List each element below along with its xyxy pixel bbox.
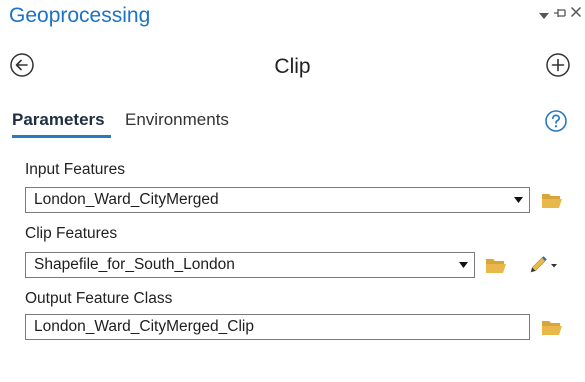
clip-features-field[interactable]: Shapefile_for_South_London bbox=[25, 252, 475, 278]
input-features-label: Input Features bbox=[25, 161, 125, 178]
active-tab-indicator bbox=[12, 135, 111, 138]
folder-icon bbox=[542, 321, 562, 335]
pencil-icon bbox=[530, 256, 557, 273]
input-features-browse-button[interactable] bbox=[540, 190, 564, 210]
folder-icon bbox=[486, 259, 506, 273]
tool-title: Clip bbox=[274, 55, 311, 78]
chevron-down-icon[interactable] bbox=[456, 253, 470, 277]
output-feature-class-browse-button[interactable] bbox=[540, 317, 564, 337]
add-button[interactable] bbox=[545, 52, 571, 78]
clip-features-label: Clip Features bbox=[25, 225, 118, 242]
tab-parameters[interactable]: Parameters bbox=[12, 110, 105, 130]
tab-environments[interactable]: Environments bbox=[125, 110, 229, 130]
input-features-field[interactable]: London_Ward_CityMerged bbox=[25, 187, 530, 213]
output-feature-class-value: London_Ward_CityMerged_Clip bbox=[34, 318, 254, 335]
output-feature-class-label: Output Feature Class bbox=[25, 290, 173, 307]
clip-features-sketch-button[interactable] bbox=[527, 255, 561, 275]
clip-features-browse-button[interactable] bbox=[484, 255, 508, 275]
close-icon[interactable] bbox=[570, 6, 582, 21]
help-button[interactable] bbox=[544, 109, 568, 133]
pane-title: Geoprocessing bbox=[9, 4, 151, 27]
pin-icon[interactable] bbox=[553, 7, 567, 22]
input-features-value: London_Ward_CityMerged bbox=[34, 191, 219, 208]
clip-features-value: Shapefile_for_South_London bbox=[34, 256, 235, 273]
chevron-down-icon[interactable] bbox=[511, 188, 525, 212]
output-feature-class-field[interactable]: London_Ward_CityMerged_Clip bbox=[25, 314, 530, 340]
add-circle-icon bbox=[546, 53, 570, 77]
help-icon bbox=[545, 110, 567, 132]
chevron-down-icon[interactable] bbox=[538, 9, 550, 24]
folder-icon bbox=[542, 194, 562, 208]
